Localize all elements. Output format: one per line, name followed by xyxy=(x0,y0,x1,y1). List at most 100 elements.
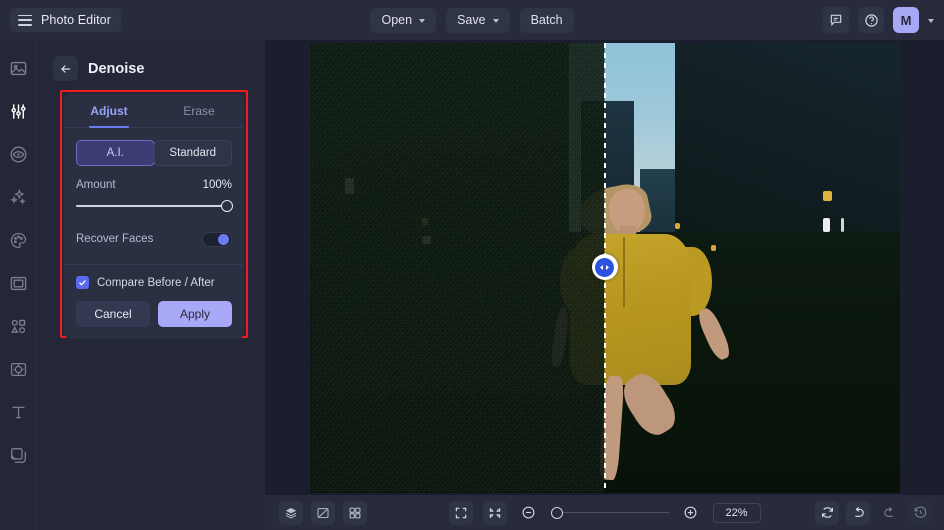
apply-label: Apply xyxy=(179,307,211,321)
zoom-level-value: 22% xyxy=(725,506,748,519)
canvas-area[interactable] xyxy=(265,40,944,495)
save-button[interactable]: Save xyxy=(446,7,510,33)
zoom-out-button[interactable] xyxy=(517,501,541,525)
apply-button[interactable]: Apply xyxy=(158,301,232,327)
photo-preview[interactable] xyxy=(309,42,900,493)
account-chevron-down-icon[interactable] xyxy=(928,18,934,23)
dress-neckline xyxy=(623,237,626,307)
sidebar-item-effects[interactable] xyxy=(6,185,30,209)
plus-circle-icon xyxy=(684,506,697,519)
zoom-slider-knob[interactable] xyxy=(550,506,563,519)
sidebar-item-adjust[interactable] xyxy=(6,99,30,123)
shapes-icon xyxy=(10,319,25,333)
recover-faces-toggle[interactable] xyxy=(202,231,232,247)
tab-adjust-label: Adjust xyxy=(90,103,128,118)
tool-panel: Denoise Adjust Erase A.I. Standard Amoun… xyxy=(37,40,265,530)
left-right-arrows-icon xyxy=(595,257,614,277)
palette-icon xyxy=(10,232,26,248)
open-button[interactable]: Open xyxy=(370,7,437,33)
undo-button[interactable] xyxy=(846,500,870,525)
help-button[interactable] xyxy=(858,7,884,33)
tab-adjust[interactable]: Adjust xyxy=(64,94,154,127)
undo-arrow-icon xyxy=(854,506,864,517)
mode-ai-label: A.I. xyxy=(106,147,124,159)
sidebar-item-ai-tools[interactable] xyxy=(6,357,30,381)
redo-button[interactable] xyxy=(877,501,901,525)
street-light-4 xyxy=(822,191,832,201)
batch-label: Batch xyxy=(530,13,563,27)
panel-divider xyxy=(64,264,244,265)
history-button[interactable] xyxy=(908,500,932,525)
collapse-arrows-icon xyxy=(489,507,500,518)
panel-header: Denoise xyxy=(37,40,265,81)
panel-tabs: Adjust Erase xyxy=(64,94,244,128)
save-label: Save xyxy=(457,13,486,27)
sparkles-icon xyxy=(9,188,26,205)
zoom-slider-track xyxy=(550,511,669,513)
sidebar-item-color[interactable] xyxy=(6,228,30,252)
actual-size-button[interactable] xyxy=(482,500,507,525)
chat-icon xyxy=(830,14,842,27)
arrow-left-icon xyxy=(60,64,70,73)
rotate-button[interactable] xyxy=(815,500,839,525)
feedback-button[interactable] xyxy=(823,7,849,33)
avatar[interactable]: M xyxy=(893,7,919,33)
page-title: Denoise xyxy=(88,60,145,77)
frame-icon xyxy=(10,276,26,290)
amount-row: Amount 100% xyxy=(76,179,232,191)
photo-editor-window: Photo Editor Open Save Batch M Denoise A… xyxy=(0,0,944,530)
chevron-down-icon xyxy=(492,18,499,23)
minus-circle-icon xyxy=(522,506,535,519)
mode-option-ai[interactable]: A.I. xyxy=(76,140,155,166)
compare-checkbox[interactable] xyxy=(76,276,89,289)
tab-erase[interactable]: Erase xyxy=(154,94,244,127)
denoise-mode-segmented-control: A.I. Standard xyxy=(76,140,232,166)
back-button[interactable] xyxy=(53,56,78,81)
amount-value: 100% xyxy=(202,179,232,191)
checkmark-icon xyxy=(79,280,86,286)
expand-brackets-icon xyxy=(455,507,466,518)
layers-copy-icon xyxy=(10,447,26,463)
denoise-controls-card: Adjust Erase A.I. Standard Amount 100% R… xyxy=(64,94,244,339)
mode-standard-label: Standard xyxy=(169,147,217,159)
tool-rail xyxy=(0,40,37,530)
amount-slider-knob[interactable] xyxy=(221,200,233,212)
open-label: Open xyxy=(381,13,413,27)
sliders-icon xyxy=(10,103,26,119)
text-t-icon xyxy=(12,406,24,418)
chevron-down-icon xyxy=(419,18,426,23)
sidebar-item-retouch-eye[interactable] xyxy=(6,142,30,166)
amount-slider-track xyxy=(76,205,232,207)
bottom-right-tools xyxy=(815,500,932,525)
cancel-label: Cancel xyxy=(94,307,132,321)
redo-arrow-icon xyxy=(883,506,893,517)
eye-icon xyxy=(10,146,26,162)
street-light-6 xyxy=(840,218,844,232)
bottom-bar: 22% xyxy=(265,495,944,530)
compare-label: Compare Before / After xyxy=(97,276,215,289)
top-bar-center-actions: Open Save Batch xyxy=(0,0,944,40)
tab-erase-label: Erase xyxy=(183,103,215,118)
sidebar-item-layers[interactable] xyxy=(6,443,30,467)
mode-option-standard[interactable]: Standard xyxy=(153,140,232,166)
compare-before-after-row[interactable]: Compare Before / After xyxy=(76,276,232,289)
zoom-in-button[interactable] xyxy=(679,501,703,525)
image-icon xyxy=(10,61,26,75)
fit-to-screen-button[interactable] xyxy=(448,500,473,525)
zoom-slider[interactable] xyxy=(550,506,669,519)
rotate-refresh-icon xyxy=(821,507,833,518)
top-bar-right-actions: M xyxy=(823,0,934,40)
split-handle[interactable] xyxy=(591,254,618,280)
batch-button[interactable]: Batch xyxy=(519,7,574,33)
sidebar-item-text[interactable] xyxy=(6,400,30,424)
zoom-level-field[interactable]: 22% xyxy=(712,502,761,523)
amount-label: Amount xyxy=(76,179,116,191)
top-bar: Photo Editor Open Save Batch M xyxy=(0,0,944,40)
sidebar-item-image[interactable] xyxy=(6,56,30,80)
sidebar-item-crop-frame[interactable] xyxy=(6,271,30,295)
clock-history-icon xyxy=(914,506,926,518)
sidebar-item-shapes[interactable] xyxy=(6,314,30,338)
cancel-button[interactable]: Cancel xyxy=(76,301,150,327)
recover-faces-row: Recover Faces xyxy=(76,226,232,252)
amount-slider[interactable] xyxy=(76,200,233,212)
